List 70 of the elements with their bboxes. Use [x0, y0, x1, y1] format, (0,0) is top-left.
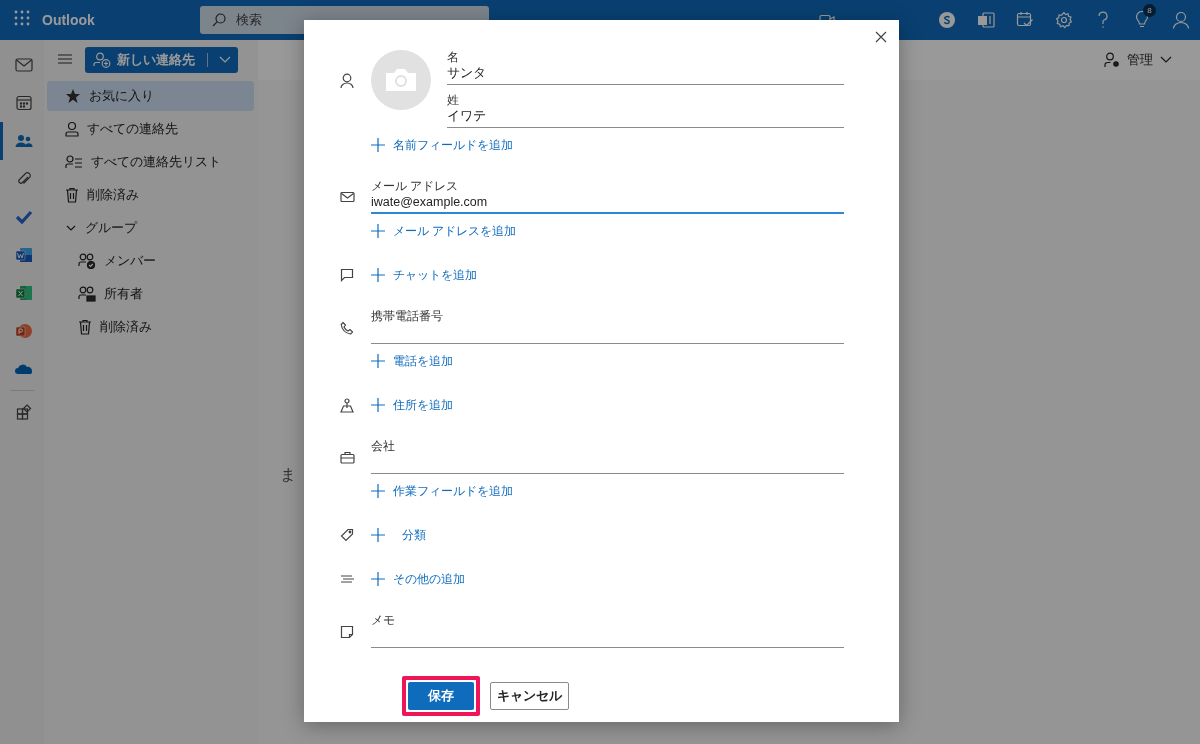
paperclip-icon[interactable]	[16, 171, 31, 187]
person-add-icon	[93, 52, 111, 68]
sidebar-item[interactable]: お気に入り	[47, 81, 254, 111]
star-icon	[65, 88, 81, 104]
sidebar-item[interactable]: 削除済み	[47, 180, 254, 210]
checkmark-icon[interactable]	[14, 210, 33, 224]
cancel-button[interactable]: キャンセル	[490, 682, 569, 710]
sidebar-item[interactable]: メンバー	[47, 246, 254, 276]
chevron-down-icon	[1160, 56, 1172, 64]
people-list-icon	[65, 155, 83, 169]
map-pin-icon	[340, 398, 354, 413]
empty-message: ま	[280, 466, 296, 483]
text-field[interactable]: メール アドレス iwate@example.com	[371, 179, 844, 214]
manage-button[interactable]: 管理	[1098, 50, 1178, 70]
save-button[interactable]: 保存	[408, 682, 474, 710]
text-field[interactable]: 会社	[371, 439, 844, 474]
text-field[interactable]: 姓 イワテ	[447, 93, 844, 128]
plus-icon	[371, 484, 385, 498]
mail-icon	[340, 191, 355, 203]
app-launcher-icon[interactable]	[14, 10, 30, 26]
search-icon	[212, 13, 226, 27]
group-badge-icon	[78, 286, 96, 302]
sidebar-item[interactable]: グループ	[47, 213, 254, 243]
camera-icon	[385, 68, 417, 92]
person-gear-icon	[1104, 52, 1120, 68]
lines-icon	[340, 572, 355, 584]
add-field-link[interactable]: 名前フィールドを追加	[371, 135, 513, 155]
person-icon	[340, 73, 354, 89]
add-field-link[interactable]: 住所を追加	[371, 395, 453, 415]
mail-icon[interactable]	[14, 58, 33, 72]
plus-icon	[371, 354, 385, 368]
excel-icon[interactable]	[14, 285, 33, 301]
phone-icon	[340, 321, 354, 335]
sidebar-item[interactable]: すべての連絡先	[47, 114, 254, 144]
plus-icon	[371, 138, 385, 152]
apps-icon[interactable]	[15, 404, 32, 420]
plus-icon	[371, 528, 385, 542]
plus-icon	[371, 268, 385, 282]
app-name: Outlook	[42, 12, 96, 28]
add-field-link[interactable]: 分類	[371, 525, 426, 545]
plus-icon	[371, 398, 385, 412]
trash-icon	[65, 187, 79, 203]
add-field-link[interactable]: 電話を追加	[371, 351, 453, 371]
text-field[interactable]: 名 サンタ	[447, 50, 844, 85]
people-icon[interactable]	[14, 134, 33, 148]
notification-badge: 8	[1143, 4, 1156, 17]
briefcase-icon	[340, 451, 355, 464]
add-field-link[interactable]: 作業フィールドを追加	[371, 481, 513, 501]
group-check-icon	[78, 253, 96, 269]
calendar-icon[interactable]	[15, 95, 32, 111]
plus-icon	[371, 572, 385, 586]
trash-icon	[78, 319, 92, 335]
chat-icon	[340, 268, 354, 282]
new-contact-button[interactable]: 新しい連絡先	[85, 47, 238, 73]
add-field-link[interactable]: チャットを追加	[371, 265, 477, 285]
sidebar-item[interactable]: すべての連絡先リスト	[47, 147, 254, 177]
word-icon[interactable]	[14, 247, 33, 263]
plus-icon	[371, 224, 385, 238]
text-field[interactable]: 携帯電話番号	[371, 309, 844, 344]
text-field[interactable]: メモ	[371, 613, 844, 648]
powerpoint-icon[interactable]	[14, 323, 33, 339]
note-icon	[340, 625, 354, 639]
sidebar-item[interactable]: 所有者	[47, 279, 254, 309]
tag-icon	[340, 528, 354, 542]
add-field-link[interactable]: その他の追加	[371, 569, 465, 589]
sidebar-item[interactable]: 削除済み	[47, 312, 254, 342]
cloud-icon[interactable]	[13, 363, 34, 375]
chevron-down-icon	[219, 56, 231, 64]
add-field-link[interactable]: メール アドレスを追加	[371, 221, 517, 241]
person-icon	[65, 121, 79, 137]
